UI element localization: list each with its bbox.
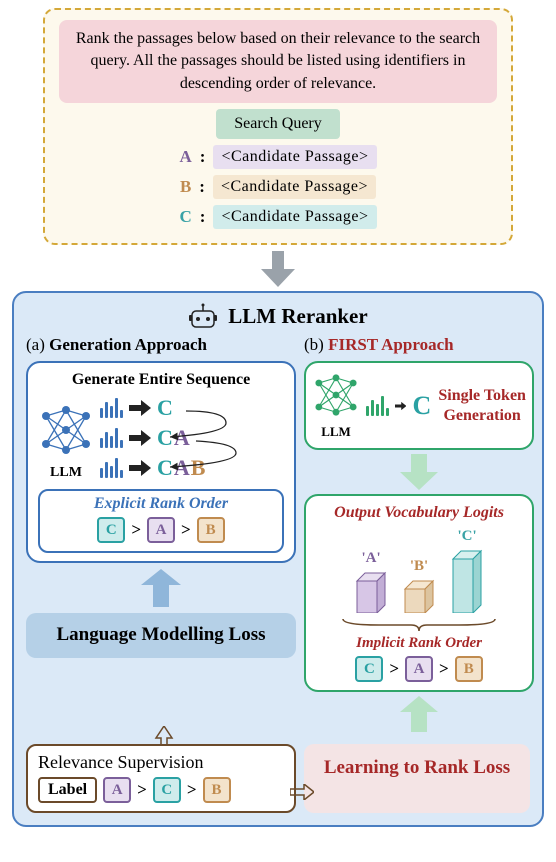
relevance-supervision-title: Relevance Supervision: [38, 752, 284, 773]
logit-c: 'C': [449, 528, 485, 613]
candidate-b-row: B: <Candidate Passage>: [59, 175, 497, 199]
green-up-arrow-icon: [304, 696, 534, 732]
explicit-rank-box: Explicit Rank Order C > A > B: [38, 489, 284, 553]
language-modelling-loss-box: Language Modelling Loss: [26, 613, 296, 658]
learning-to-rank-loss-box: Learning to Rank Loss: [304, 744, 530, 813]
label-rank-b: B: [203, 777, 231, 803]
search-query-box: Search Query: [216, 109, 340, 139]
first-label: (b) FIRST Approach: [304, 335, 534, 355]
generation-panel: Generate Entire Sequence LLM: [26, 361, 296, 563]
brown-arrow-up-icon: [154, 726, 174, 746]
instruction-text: Rank the passages below based on their r…: [59, 20, 497, 103]
explicit-rank-title: Explicit Rank Order: [48, 495, 274, 513]
single-token-generation-label: Single Token Generation: [438, 386, 526, 424]
network-icon: [312, 371, 360, 419]
candidate-id-a: A: [179, 147, 191, 167]
label-rank-c: C: [153, 777, 181, 803]
candidate-passage-a: <Candidate Passage>: [213, 145, 376, 169]
arrow-down-icon: [8, 251, 548, 287]
prompt-box: Rank the passages below based on their r…: [43, 8, 513, 245]
single-token-c: C: [412, 391, 432, 421]
label-chip: Label: [38, 777, 97, 803]
reranker-title: LLM Reranker: [26, 303, 530, 329]
network-icon: [38, 402, 94, 458]
generate-entire-sequence-title: Generate Entire Sequence: [38, 371, 284, 389]
rank-chip-b: B: [455, 656, 483, 682]
rank-chip-c: C: [355, 656, 383, 682]
green-down-arrow-icon: [304, 454, 534, 490]
rank-chip-a: A: [147, 517, 175, 543]
curly-bracket-icon: [316, 617, 522, 633]
generation-label: (a) Generation Approach: [26, 335, 296, 355]
blue-up-arrow-icon: [26, 569, 296, 607]
candidate-passage-c: <Candidate Passage>: [213, 205, 376, 229]
candidate-a-row: A: <Candidate Passage>: [59, 145, 497, 169]
seq-step-1: C: [100, 395, 206, 421]
rank-chip-a: A: [405, 656, 433, 682]
seq-step-2: CA: [100, 425, 206, 451]
logit-b: 'B': [401, 558, 437, 613]
llm-label-right: LLM: [312, 424, 360, 440]
robot-icon: [188, 303, 218, 329]
first-top-panel: LLM C Single Token Generation: [304, 361, 534, 450]
rank-chip-b: B: [197, 517, 225, 543]
logit-a: 'A': [353, 550, 389, 613]
first-bottom-panel: Output Vocabulary Logits 'A' 'B' 'C': [304, 494, 534, 692]
output-vocab-logits-title: Output Vocabulary Logits: [316, 504, 522, 522]
candidate-id-c: C: [179, 207, 191, 227]
label-rank-a: A: [103, 777, 131, 803]
candidate-passage-b: <Candidate Passage>: [213, 175, 376, 199]
rank-chip-c: C: [97, 517, 125, 543]
candidate-c-row: C: <Candidate Passage>: [59, 205, 497, 229]
brown-arrow-right-icon: [290, 784, 314, 800]
implicit-rank-title: Implicit Rank Order: [316, 635, 522, 652]
seq-step-3: CAB: [100, 455, 206, 481]
llm-label-left: LLM: [38, 465, 94, 481]
llm-reranker-panel: LLM Reranker (a) Generation Approach Gen…: [12, 291, 544, 827]
candidate-id-b: B: [180, 177, 191, 197]
relevance-supervision-box: Relevance Supervision Label A > C > B: [26, 744, 296, 813]
